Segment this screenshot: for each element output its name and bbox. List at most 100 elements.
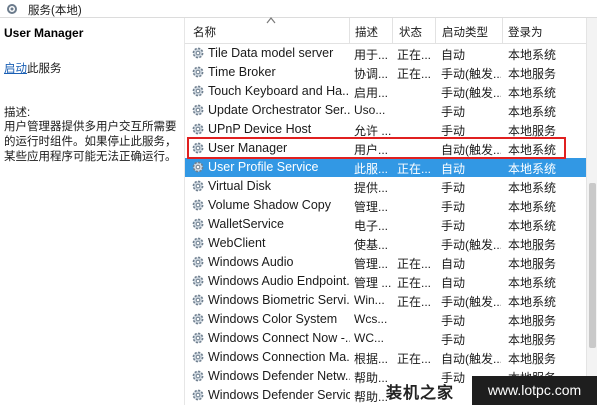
service-description-cell: 管理 ... <box>354 276 392 290</box>
table-row[interactable]: Windows Connect Now -... WC... 手动 本地服务 <box>185 329 586 348</box>
column-header-startup-type[interactable]: 启动类型 <box>442 24 488 40</box>
start-action-row: 启动此服务 <box>4 60 62 76</box>
service-details-pane: User Manager 启动此服务 描述: 用户管理器提供多用户交互所需要的运… <box>0 18 185 405</box>
service-logon-cell: 本地服务 <box>508 333 557 347</box>
column-header-name[interactable]: 名称 <box>193 24 216 40</box>
watermark-url: www.lotpc.com <box>472 376 597 405</box>
service-name-cell: User Profile Service <box>208 160 319 174</box>
services-gear-icon <box>7 4 17 14</box>
column-divider[interactable] <box>435 18 436 44</box>
service-logon-cell: 本地服务 <box>508 124 557 138</box>
site-watermark: 装机之家 www.lotpc.com <box>380 376 597 405</box>
table-row[interactable]: User Manager 用户... 自动(触发... 本地系统 <box>185 139 586 158</box>
service-description-cell: WC... <box>354 331 384 345</box>
service-name-cell: User Manager <box>208 141 288 155</box>
service-description-cell: 协调... <box>354 67 389 81</box>
service-startup-cell: 手动 <box>441 333 466 347</box>
service-gear-icon <box>191 350 205 364</box>
service-gear-icon <box>191 122 205 136</box>
service-startup-cell: 手动 <box>441 181 466 195</box>
service-startup-cell: 手动(触发... <box>441 238 501 252</box>
service-description-cell: 启用... <box>354 86 389 100</box>
service-gear-icon <box>191 274 205 288</box>
service-name-cell: WebClient <box>208 236 266 250</box>
sort-ascending-icon <box>266 17 276 24</box>
description-label: 描述: <box>4 107 31 119</box>
service-name-cell: Windows Audio <box>208 255 294 269</box>
service-description-cell: 此服... <box>354 162 389 176</box>
service-description-cell: 用于... <box>354 48 389 62</box>
service-logon-cell: 本地服务 <box>508 314 557 328</box>
table-row[interactable]: Windows Audio Endpoint... 管理 ... 正在... 自动 本地… <box>185 272 586 291</box>
service-gear-icon <box>191 331 205 345</box>
service-startup-cell: 手动(触发... <box>441 86 501 100</box>
service-name-cell: Windows Defender Service <box>208 388 350 402</box>
service-name-cell: Windows Color System <box>208 312 338 326</box>
service-logon-cell: 本地服务 <box>508 238 557 252</box>
table-row[interactable]: WalletService 电子... 手动 本地系统 <box>185 215 586 234</box>
service-name-cell: WalletService <box>208 217 284 231</box>
service-logon-cell: 本地服务 <box>508 352 557 366</box>
service-gear-icon <box>191 312 205 326</box>
service-gear-icon <box>191 103 205 117</box>
service-gear-icon <box>191 46 205 60</box>
service-startup-cell: 手动 <box>441 219 466 233</box>
column-divider[interactable] <box>392 18 393 44</box>
service-name-cell: Touch Keyboard and Ha... <box>208 84 350 98</box>
service-logon-cell: 本地系统 <box>508 276 557 290</box>
column-header-description[interactable]: 描述 <box>355 24 378 40</box>
service-description-cell: 使基... <box>354 238 389 252</box>
table-row[interactable]: Windows Color System Wcs... 手动 本地服务 <box>185 310 586 329</box>
service-description-cell: Win... <box>354 293 385 307</box>
table-row[interactable]: Virtual Disk 提供... 手动 本地系统 <box>185 177 586 196</box>
scrollbar-thumb[interactable] <box>589 183 596 348</box>
column-divider[interactable] <box>502 18 503 44</box>
service-logon-cell: 本地系统 <box>508 295 557 309</box>
service-name-cell: Time Broker <box>208 65 276 79</box>
vertical-scrollbar[interactable] <box>586 18 597 405</box>
watermark-brand: 装机之家 <box>386 383 455 402</box>
column-header-logon-as[interactable]: 登录为 <box>508 24 543 40</box>
column-header-status[interactable]: 状态 <box>399 24 422 40</box>
table-row[interactable]: Time Broker 协调... 正在... 手动(触发... 本地服务 <box>185 63 586 82</box>
service-name-cell: Windows Defender Netw... <box>208 369 350 383</box>
table-row[interactable]: Touch Keyboard and Ha... 启用... 手动(触发... 本地系… <box>185 82 586 101</box>
service-startup-cell: 手动(触发... <box>441 67 501 81</box>
table-row[interactable]: User Profile Service 此服... 正在... 自动 本地系统 <box>185 158 586 177</box>
table-row[interactable]: Update Orchestrator Ser... Uso... 手动 本地系统 <box>185 101 586 120</box>
column-divider[interactable] <box>349 18 350 44</box>
selected-service-name: User Manager <box>4 26 84 40</box>
service-logon-cell: 本地系统 <box>508 143 557 157</box>
service-logon-cell: 本地系统 <box>508 48 557 62</box>
service-name-cell: Windows Biometric Servi... <box>208 293 350 307</box>
service-status-cell: 正在... <box>397 257 431 271</box>
table-row[interactable]: Tile Data model server 用于... 正在... 自动 本地系统 <box>185 44 586 63</box>
service-status-cell: 正在... <box>397 162 431 176</box>
service-logon-cell: 本地系统 <box>508 162 557 176</box>
table-row[interactable]: Windows Connection Ma... 根据... 正在... 自动(触发.… <box>185 348 586 367</box>
service-gear-icon <box>191 236 205 250</box>
service-description-cell: 电子... <box>354 219 389 233</box>
table-row[interactable]: Windows Biometric Servi... Win... 正在... 手动(… <box>185 291 586 310</box>
table-row[interactable]: WebClient 使基... 手动(触发... 本地服务 <box>185 234 586 253</box>
start-service-link[interactable]: 启动 <box>4 63 27 75</box>
service-startup-cell: 自动 <box>441 257 466 271</box>
service-description-cell: Wcs... <box>354 312 388 326</box>
service-status-cell: 正在... <box>397 295 431 309</box>
service-startup-cell: 手动 <box>441 200 466 214</box>
window-title-bar: 服务(本地) <box>0 0 597 18</box>
service-startup-cell: 手动 <box>441 314 466 328</box>
service-gear-icon <box>191 369 205 383</box>
window-title: 服务(本地) <box>28 5 82 17</box>
service-logon-cell: 本地系统 <box>508 200 557 214</box>
table-row[interactable]: Volume Shadow Copy 管理... 手动 本地系统 <box>185 196 586 215</box>
service-status-cell: 正在... <box>397 276 431 290</box>
service-logon-cell: 本地系统 <box>508 219 557 233</box>
service-gear-icon <box>191 160 205 174</box>
service-status-cell: 正在... <box>397 67 431 81</box>
table-row[interactable]: Windows Audio 管理... 正在... 自动 本地服务 <box>185 253 586 272</box>
service-name-cell: Windows Connect Now -... <box>208 331 350 345</box>
service-status-cell: 正在... <box>397 352 431 366</box>
table-row[interactable]: UPnP Device Host 允许 ... 手动 本地服务 <box>185 120 586 139</box>
service-description-cell: Uso... <box>354 103 386 117</box>
